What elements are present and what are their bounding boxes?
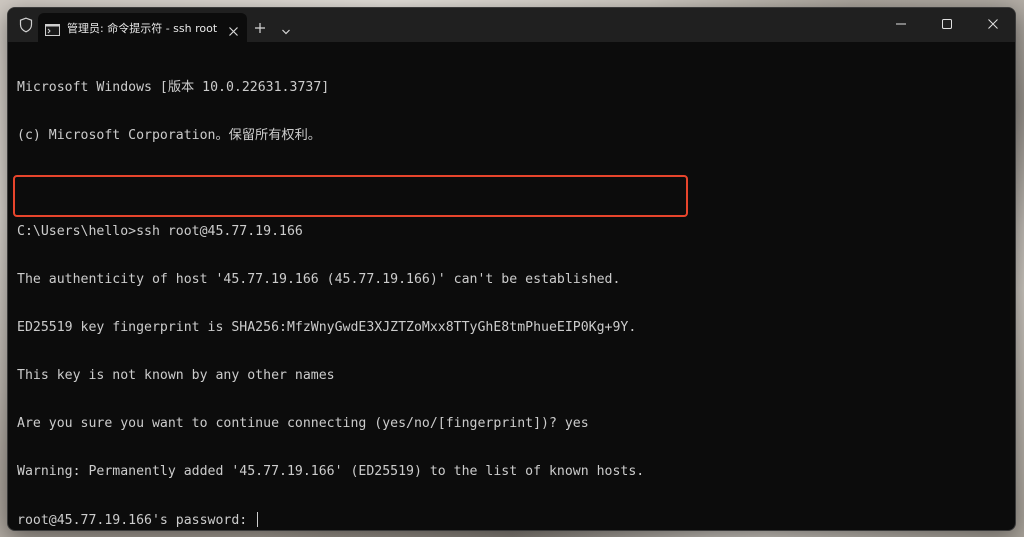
terminal-window: 管理员: 命令提示符 - ssh root Microsoft Windows … [7,7,1016,531]
close-button[interactable] [970,8,1015,40]
terminal-line: (c) Microsoft Corporation。保留所有权利。 [17,128,321,143]
maximize-icon [942,19,952,29]
close-icon[interactable] [228,22,239,36]
plus-icon[interactable] [254,19,266,33]
password-prompt-line[interactable]: root@45.77.19.166's password: [17,512,1015,528]
terminal-line: Are you sure you want to continue connec… [17,416,589,431]
close-icon [988,19,998,29]
terminal-output[interactable]: Microsoft Windows [版本 10.0.22631.3737] (… [17,48,1015,530]
title-bar[interactable]: 管理员: 命令提示符 - ssh root [8,8,1015,42]
terminal-icon [45,21,60,36]
maximize-button[interactable] [924,8,970,40]
highlight-box [13,175,688,217]
terminal-line: Microsoft Windows [版本 10.0.22631.3737] [17,80,330,95]
terminal-line: C:\Users\hello>ssh root@45.77.19.166 [17,224,303,239]
chevron-down-icon[interactable] [281,21,291,35]
tab-command-prompt[interactable]: 管理员: 命令提示符 - ssh root [38,13,247,42]
minimize-icon [896,23,906,25]
shield-icon [18,17,34,33]
terminal-line: The authenticity of host '45.77.19.166 (… [17,272,621,287]
terminal-line: This key is not known by any other names [17,368,335,383]
tab-title: 管理员: 命令提示符 - ssh root [67,22,218,35]
password-prompt: root@45.77.19.166's password: [17,513,256,528]
text-cursor [257,512,259,527]
terminal-line: Warning: Permanently added '45.77.19.166… [17,464,645,479]
minimize-button[interactable] [878,8,924,40]
terminal-line: ED25519 key fingerprint is SHA256:MfzWny… [17,320,637,335]
